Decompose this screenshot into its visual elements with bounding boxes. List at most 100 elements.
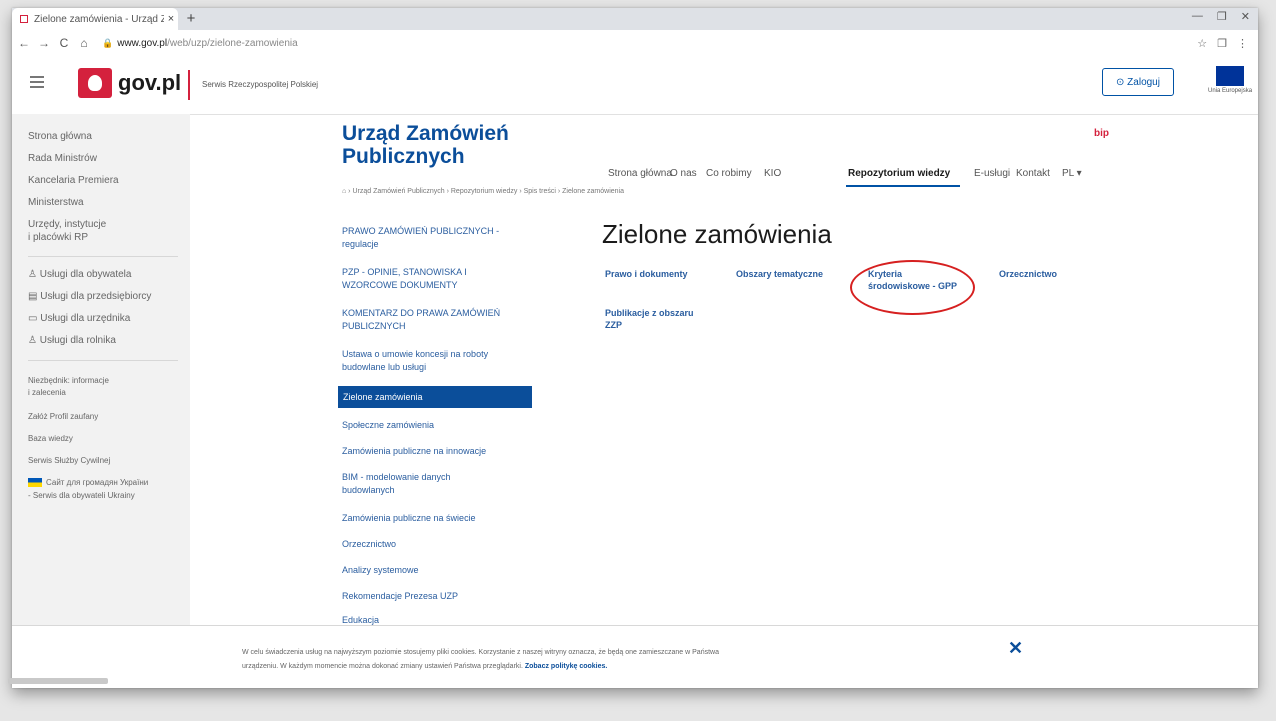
service-name: Serwis Rzeczypospolitej Polskiej <box>202 80 319 89</box>
org-title-line2: Publicznych <box>342 145 465 168</box>
topnav-about[interactable]: O nas <box>670 168 697 179</box>
sidenav-item[interactable]: Zamówienia publiczne na innowacje <box>342 444 486 458</box>
bip-logo[interactable]: bip <box>1094 128 1109 139</box>
sidebar-item-farmer[interactable]: ♙ Usługi dla rolnika <box>28 334 116 347</box>
person-icon: ♙ <box>28 269 40 280</box>
link-case-law[interactable]: Orzecznictwo <box>999 268 1057 280</box>
site-header: gov.pl Serwis Rzeczypospolitej Polskiej … <box>12 56 1258 115</box>
sidenav-item[interactable]: Zamówienia publiczne na świecie <box>342 511 476 525</box>
cookie-text: W celu świadczenia usług na najwyższym p… <box>242 646 1002 674</box>
header-divider <box>188 70 190 100</box>
url-field[interactable]: 🔒 www.gov.pl/web/uzp/zielone-zamowienia <box>102 38 298 49</box>
sidebar-item-official[interactable]: ▭ Usługi dla urzędnika <box>28 312 130 325</box>
topnav-contact[interactable]: Kontakt <box>1016 168 1050 179</box>
cookie-line: urządzeniu. W każdym momencie można doko… <box>242 663 523 670</box>
login-label: Zaloguj <box>1127 76 1160 88</box>
sidebar-item-trusted-profile[interactable]: Załóż Profil zaufany <box>28 410 98 423</box>
topnav-kio[interactable]: KIO <box>764 168 781 179</box>
lock-icon: 🔒 <box>102 37 114 48</box>
org-title[interactable]: Urząd Zamówień Publicznych <box>342 122 509 168</box>
url-host: www.gov.pl <box>117 37 168 49</box>
page-title: Zielone zamówienia <box>602 219 832 249</box>
sidenav-item[interactable]: PZP - OPINIE, STANOWISKA I <box>342 265 467 279</box>
sidenav-item[interactable]: budowlanych <box>342 483 395 497</box>
back-icon[interactable]: ← <box>16 36 32 50</box>
sidenav-item-active[interactable]: Zielone zamówienia <box>338 386 532 408</box>
tab-favicon-icon <box>20 15 28 23</box>
briefcase-icon: ▤ <box>28 291 41 302</box>
sidenav-item[interactable]: Ustawa o umowie koncesji na roboty <box>342 347 488 361</box>
cookie-close-icon[interactable]: ✕ <box>1008 638 1023 659</box>
login-button[interactable]: ⊙ Zaloguj <box>1102 68 1174 96</box>
sidebar-item-label: Сайт для громадян України <box>46 478 149 487</box>
maximize-icon[interactable]: ❐ <box>1217 10 1227 23</box>
tab-title: Zielone zamówienia - Urząd Za... <box>34 13 164 25</box>
tab-close-icon[interactable]: × <box>164 13 178 25</box>
sidebar-item-knowledge[interactable]: Baza wiedzy <box>28 432 73 445</box>
url-path: /web/uzp/zielone-zamowienia <box>167 37 298 49</box>
sidebar-item-label: Usługi dla przedsiębiorcy <box>40 291 152 302</box>
logo-text: gov.pl <box>118 70 182 95</box>
tab-bar: Zielone zamówienia - Urząd Za... × + — ❐… <box>12 8 1258 30</box>
sidebar-item-council[interactable]: Rada Ministrów <box>28 152 97 165</box>
sidenav-item[interactable]: PRAWO ZAMÓWIEŃ PUBLICZNYCH - <box>342 224 499 238</box>
sidenav-item[interactable]: Analizy systemowe <box>342 563 419 577</box>
link-publications[interactable]: Publikacje z obszaru ZZP <box>605 307 694 331</box>
sidenav-item[interactable]: BIM - modelowanie danych <box>342 470 451 484</box>
highlight-circle-annotation <box>850 260 975 315</box>
sidebar-item-chancellery[interactable]: Kancelaria Premiera <box>28 174 119 187</box>
sidenav-item[interactable]: WZORCOWE DOKUMENTY <box>342 278 458 292</box>
bookmark-star-icon[interactable]: ☆ <box>1197 37 1207 50</box>
language-selector[interactable]: PL ▾ <box>1062 168 1082 179</box>
new-tab-button[interactable]: + <box>182 10 200 28</box>
sidebar-divider <box>28 256 178 257</box>
farmer-icon: ♙ <box>28 335 40 346</box>
sidebar-item-info-2[interactable]: i zalecenia <box>28 386 66 399</box>
cookie-policy-link[interactable]: Zobacz politykę cookies. <box>525 663 607 670</box>
user-icon: ⊙ <box>1116 76 1128 88</box>
org-title-line1: Urząd Zamówień <box>342 122 509 145</box>
cookie-line: W celu świadczenia usług na najwyższym p… <box>242 649 719 656</box>
topnav-home[interactable]: Strona główna <box>608 168 672 179</box>
topnav-what-we-do[interactable]: Co robimy <box>706 168 752 179</box>
sidebar-item-ukraine[interactable]: Сайт для громадян України <box>28 476 148 489</box>
sidebar-item-offices[interactable]: Urzędy, instytucje <box>28 218 106 231</box>
sidebar-item-citizen[interactable]: ♙ Usługi dla obywatela <box>28 268 131 281</box>
sidenav-item[interactable]: Społeczne zamówienia <box>342 418 434 432</box>
sidenav-item[interactable]: PUBLICZNYCH <box>342 319 406 333</box>
sidebar-item-label: Usługi dla urzędnika <box>40 313 131 324</box>
tab-search-icon[interactable]: ❐ <box>1217 37 1227 50</box>
sidebar-item-ukraine-2[interactable]: - Serwis dla obywateli Ukrainy <box>28 489 135 502</box>
topnav-e-services[interactable]: E-usługi <box>974 168 1010 179</box>
sidenav-item[interactable]: KOMENTARZ DO PRAWA ZAMÓWIEŃ <box>342 306 500 320</box>
sidenav-item[interactable]: regulacje <box>342 237 379 251</box>
sidebar-item-label: Usługi dla obywatela <box>39 269 132 280</box>
gov-logo[interactable]: gov.pl <box>78 68 181 98</box>
forward-icon[interactable]: → <box>36 36 52 50</box>
sidebar-item-home[interactable]: Strona główna <box>28 130 92 143</box>
sidebar-item-civil-service[interactable]: Serwis Służby Cywilnej <box>28 454 110 467</box>
gov-sidebar: Strona główna Rada Ministrów Kancelaria … <box>12 114 190 688</box>
sidenav-item[interactable]: Orzecznictwo <box>342 537 396 551</box>
browser-menu-icon[interactable]: ⋮ <box>1237 37 1248 50</box>
link-thematic-areas[interactable]: Obszary tematyczne <box>736 268 823 280</box>
link-line: Publikacje z obszaru <box>605 308 694 318</box>
sidebar-item-label: Usługi dla rolnika <box>39 335 116 346</box>
sidebar-item-business[interactable]: ▤ Usługi dla przedsiębiorcy <box>28 290 151 303</box>
sidebar-item-offices-2[interactable]: i placówki RP <box>28 231 88 244</box>
hamburger-menu-icon[interactable] <box>30 76 44 88</box>
close-window-icon[interactable]: ✕ <box>1241 10 1250 23</box>
link-line: ZZP <box>605 320 622 330</box>
sidebar-item-ministries[interactable]: Ministerstwa <box>28 196 84 209</box>
link-law-documents[interactable]: Prawo i dokumenty <box>605 268 688 280</box>
topnav-knowledge-repo[interactable]: Repozytorium wiedzy <box>848 168 950 179</box>
browser-tab[interactable]: Zielone zamówienia - Urząd Za... × <box>12 8 178 30</box>
reload-icon[interactable]: C <box>56 36 72 50</box>
minimize-icon[interactable]: — <box>1192 10 1203 23</box>
badge-icon: ▭ <box>28 313 41 324</box>
sidenav-item[interactable]: Rekomendacje Prezesa UZP <box>342 589 458 603</box>
home-icon[interactable]: ⌂ <box>76 36 92 50</box>
sidebar-divider <box>28 360 178 361</box>
breadcrumb[interactable]: ⌂ › Urząd Zamówień Publicznych › Repozyt… <box>342 188 624 195</box>
sidenav-item[interactable]: budowlane lub usługi <box>342 360 426 374</box>
